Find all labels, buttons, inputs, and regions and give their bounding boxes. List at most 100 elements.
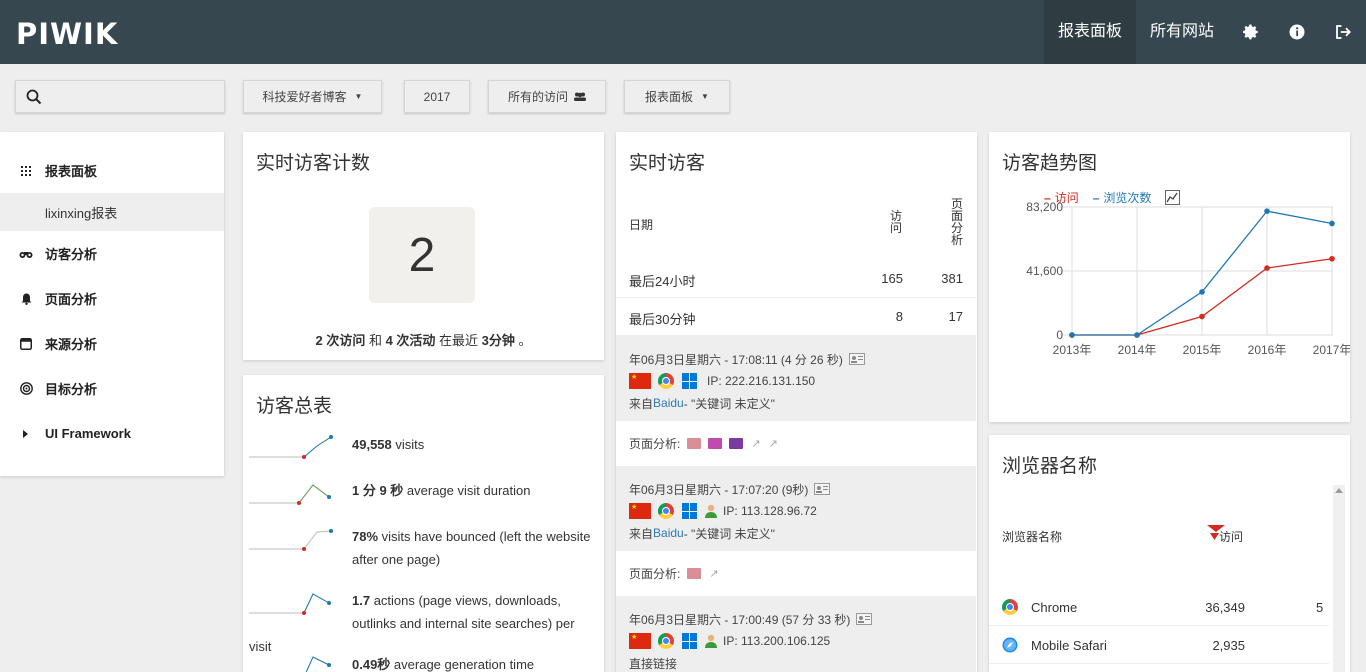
overview-value: 1 分 9 秒 bbox=[352, 483, 404, 498]
windows-icon bbox=[682, 503, 698, 519]
col-visits: 访问 bbox=[889, 209, 902, 235]
visit-time: 年06月3日星期六 - 17:00:49 (57 分 33 秒) bbox=[629, 612, 851, 627]
gear-icon[interactable] bbox=[1228, 0, 1274, 64]
visitor-profile-icon[interactable] bbox=[856, 613, 873, 625]
browser-name: Chrome bbox=[1031, 600, 1078, 615]
search-input[interactable] bbox=[15, 80, 225, 113]
folder-icon[interactable] bbox=[708, 438, 723, 449]
overview-row-bounce: 78% visits have bounced (left the websit… bbox=[249, 525, 599, 571]
folder-icon[interactable] bbox=[687, 568, 702, 579]
segment-selector[interactable]: 所有的访问 bbox=[488, 80, 606, 113]
browser-widget: 浏览器名称 浏览器名称 访问 Chrome 36,349 5 Mobile Sa… bbox=[989, 435, 1350, 672]
overview-row-generation: 0.49秒 average generation time bbox=[249, 653, 599, 672]
widget-title: 访客总表 bbox=[256, 396, 333, 417]
sort-arrow-icon bbox=[1210, 533, 1219, 540]
sort-desc-icon[interactable] bbox=[1207, 520, 1225, 532]
info-icon[interactable] bbox=[1274, 0, 1320, 64]
sidebar-item-referrers[interactable]: 来源分析 bbox=[0, 321, 224, 366]
grid-icon bbox=[19, 164, 33, 178]
scroll-up-icon[interactable] bbox=[1335, 488, 1343, 493]
overview-text: visits bbox=[391, 437, 425, 452]
folder-icon[interactable] bbox=[687, 438, 702, 449]
windows-icon bbox=[682, 373, 698, 389]
users-icon bbox=[574, 92, 586, 101]
sparkline[interactable] bbox=[249, 481, 337, 507]
browser-visits: 2,935 bbox=[1212, 638, 1245, 653]
chrome-icon bbox=[658, 373, 674, 389]
external-link-icon[interactable]: ↗ bbox=[751, 437, 760, 450]
visit-ip: IP: 113.200.106.125 bbox=[723, 634, 831, 648]
sidebar-item-visitors[interactable]: 访客分析 bbox=[0, 231, 224, 276]
counter-minutes: 3分钟 bbox=[481, 333, 515, 348]
overview-value: 0.49秒 bbox=[352, 657, 391, 672]
site-selector[interactable]: 科技爱好者博客 ▼ bbox=[243, 80, 382, 113]
nav-dashboard[interactable]: 报表面板 bbox=[1043, 0, 1136, 64]
dashboard-selector-label: 报表面板 bbox=[645, 90, 694, 104]
overview-row-duration: 1 分 9 秒 average visit duration bbox=[249, 479, 599, 507]
nav-all-sites[interactable]: 所有网站 bbox=[1136, 0, 1228, 64]
sparkline[interactable] bbox=[249, 527, 337, 553]
sidebar-subitem-lixinxing[interactable]: lixinxing报表 bbox=[0, 193, 224, 231]
sidebar-item-goals[interactable]: 目标分析 bbox=[0, 366, 224, 411]
sparkline[interactable] bbox=[249, 655, 337, 672]
sparkline[interactable] bbox=[249, 435, 337, 461]
referrer-link[interactable]: Baidu bbox=[653, 396, 684, 410]
row-visits: 165 bbox=[881, 271, 903, 286]
sidebar-item-pages[interactable]: 页面分析 bbox=[0, 276, 224, 321]
sidebar-item-dashboard[interactable]: 报表面板 bbox=[0, 148, 224, 193]
period-selector[interactable]: 2017 bbox=[404, 80, 470, 113]
sidebar-item-ui-framework[interactable]: UI Framework bbox=[0, 411, 224, 456]
col-browser-name: 浏览器名称 bbox=[1002, 530, 1063, 544]
overview-row-actions: 1.7 actions (page views, downloads, outl… bbox=[249, 589, 599, 658]
sparkline[interactable] bbox=[249, 591, 337, 617]
caret-down-icon: ▼ bbox=[354, 92, 363, 101]
realtime-visitors-widget: 实时访客 日期 访问 页面分析 最后24小时 165 381 最后30分钟 8 … bbox=[616, 132, 977, 672]
y-tick-label: 83,200 bbox=[1026, 200, 1063, 214]
visit-ip: IP: 113.128.96.72 bbox=[723, 504, 817, 518]
site-selector-label: 科技爱好者博客 bbox=[262, 90, 347, 104]
sidebar-item-label: 访客分析 bbox=[45, 247, 98, 262]
sidebar-item-label: 报表面板 bbox=[45, 164, 98, 179]
china-flag-icon bbox=[629, 633, 651, 649]
overview-value: 78% bbox=[352, 529, 379, 544]
logout-icon[interactable] bbox=[1320, 0, 1366, 64]
sidebar-item-label: 来源分析 bbox=[45, 337, 98, 352]
col-browser-visits[interactable]: 访问 bbox=[1210, 528, 1243, 545]
caret-right-icon bbox=[19, 427, 33, 441]
visit-entry[interactable]: 年06月3日星期六 - 17:00:49 (57 分 33 秒) IP: 113… bbox=[616, 596, 976, 672]
dashboard-selector[interactable]: 报表面板 ▼ bbox=[624, 80, 730, 113]
chrome-icon bbox=[658, 503, 674, 519]
counter-summary: 2 次访问 和 4 次活动 在最近 3分钟 。 bbox=[243, 330, 604, 349]
visit-entry[interactable]: 年06月3日星期六 - 17:08:11 (4 分 26 秒) IP: 222.… bbox=[616, 336, 976, 466]
external-link-icon[interactable]: ↗ bbox=[769, 437, 778, 450]
bell-icon bbox=[19, 292, 33, 306]
visit-ip: IP: 222.216.131.150 bbox=[707, 374, 816, 388]
external-link-icon[interactable]: ↗ bbox=[709, 567, 718, 580]
data-point bbox=[1329, 220, 1335, 227]
scrollbar[interactable] bbox=[1333, 485, 1345, 672]
referrer-link[interactable]: Baidu bbox=[653, 526, 684, 540]
piwik-logo[interactable]: PIWIK bbox=[16, 17, 118, 51]
folder-icon[interactable] bbox=[729, 438, 744, 449]
visitor-profile-icon[interactable] bbox=[814, 483, 831, 495]
counter-actions: 4 次活动 bbox=[385, 333, 436, 348]
caret-down-icon: ▼ bbox=[701, 92, 709, 101]
x-tick-label: 2013年 bbox=[1053, 343, 1092, 357]
x-tick-label: 2014年 bbox=[1118, 343, 1157, 357]
pages-label: 页面分析: bbox=[629, 567, 681, 581]
browser-extra: 5 bbox=[1316, 600, 1324, 615]
table-row[interactable]: Chrome 36,349 5 bbox=[989, 588, 1329, 626]
counter-in-last: 在最近 bbox=[435, 333, 482, 348]
sidebar-item-label: UI Framework bbox=[45, 426, 131, 441]
data-point bbox=[1069, 332, 1075, 338]
data-point bbox=[1134, 332, 1140, 338]
target-icon bbox=[19, 382, 33, 396]
top-nav: 报表面板 所有网站 bbox=[1043, 0, 1366, 64]
widget-title: 浏览器名称 bbox=[1002, 456, 1098, 477]
table-row[interactable]: Mobile Safari 2,935 bbox=[989, 626, 1329, 664]
trend-line-chart[interactable]: 83,200 41,600 02013年 2014年 2015年 2016年 2017年 bbox=[989, 192, 1350, 362]
visitor-profile-icon[interactable] bbox=[848, 353, 865, 365]
visit-entry[interactable]: 年06月3日星期六 - 17:07:20 (9秒) IP: 113.128.96… bbox=[616, 466, 976, 596]
counter-and: 和 bbox=[365, 333, 386, 348]
row-visits: 8 bbox=[895, 309, 903, 324]
